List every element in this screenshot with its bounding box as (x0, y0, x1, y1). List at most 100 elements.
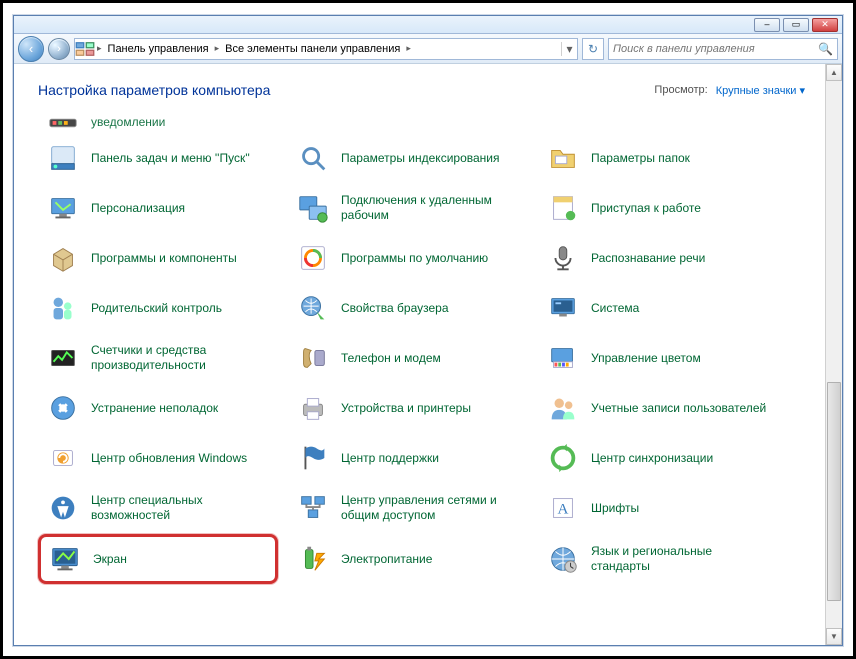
addressbar[interactable]: ▸ Панель управления ▸ Все элементы панел… (74, 38, 578, 60)
item-label: Учетные записи пользователей (591, 401, 766, 416)
searchbox[interactable]: 🔍 (608, 38, 838, 60)
sync-center-item[interactable]: Центр синхронизации (538, 434, 778, 482)
item-label: Устранение неполадок (91, 401, 218, 416)
nav-forward-button[interactable]: › (48, 38, 70, 60)
blank-icon (545, 113, 581, 131)
perf-icon (45, 340, 81, 376)
user-accounts-item[interactable]: Учетные записи пользователей (538, 384, 778, 432)
remote-connect-item[interactable]: Подключения к удаленным рабочим (288, 184, 528, 232)
power-item[interactable]: Электропитание (288, 534, 528, 584)
addr-arrow-icon[interactable]: ▸ (95, 43, 104, 54)
windows-update-item[interactable]: Центр обновления Windows (38, 434, 278, 482)
item-label: Панель задач и меню ''Пуск'' (91, 151, 250, 166)
view-by-dropdown[interactable]: Крупные значки ▾ (716, 84, 805, 97)
refresh-button[interactable]: ↻ (582, 38, 604, 60)
perf-counters-item[interactable]: Счетчики и средства производительности (38, 334, 278, 382)
folder-options-item[interactable]: Параметры папок (538, 134, 778, 182)
display-item[interactable]: Экран (38, 534, 278, 584)
minimize-button[interactable]: – (754, 18, 780, 32)
item-label: Центр синхронизации (591, 451, 713, 466)
search-icon[interactable]: 🔍 (818, 42, 833, 56)
item-label: Управление цветом (591, 351, 701, 366)
users-icon (545, 390, 581, 426)
view-by-label: Просмотр: (654, 84, 707, 96)
system-icon (545, 290, 581, 326)
default-programs-item[interactable]: Программы по умолчанию (288, 234, 528, 282)
breadcrumb-segment-0[interactable]: Панель управления (104, 39, 213, 59)
personalization-item[interactable]: Персонализация (38, 184, 278, 232)
support-center-item[interactable]: Центр поддержки (288, 434, 528, 482)
folder-icon (545, 140, 581, 176)
scroll-down-button[interactable]: ▼ (826, 628, 842, 645)
navbar: ‹ › ▸ Панель управления ▸ Все элементы п… (14, 34, 842, 64)
partial-3[interactable] (538, 112, 778, 132)
item-label: Центр специальных возможностей (91, 493, 271, 523)
taskbar-icon (45, 140, 81, 176)
parental-icon (45, 290, 81, 326)
getstart-icon (545, 190, 581, 226)
monitor-icon (45, 190, 81, 226)
browserprops-icon (295, 290, 331, 326)
update-icon (45, 440, 81, 476)
color-mgmt-item[interactable]: Управление цветом (538, 334, 778, 382)
item-label: Программы и компоненты (91, 251, 237, 266)
addr-arrow-icon[interactable]: ▸ (404, 43, 413, 54)
speech-item[interactable]: Распознавание речи (538, 234, 778, 282)
browser-props-item[interactable]: Свойства браузера (288, 284, 528, 332)
item-label: Распознавание речи (591, 251, 705, 266)
region-item[interactable]: Язык и региональные стандарты (538, 534, 778, 584)
item-label: Центр поддержки (341, 451, 439, 466)
close-button[interactable]: ✕ (812, 18, 838, 32)
ease-icon (45, 490, 81, 526)
printers-item[interactable]: Устройства и принтеры (288, 384, 528, 432)
item-label: Экран (93, 552, 127, 567)
notifications-item[interactable]: уведомлении (38, 112, 278, 132)
titlebar: – ▭ ✕ (14, 16, 842, 34)
scrollbar[interactable]: ▲ ▼ (825, 64, 842, 645)
taskbar-item[interactable]: Панель задач и меню ''Пуск'' (38, 134, 278, 182)
item-label: Язык и региональные стандарты (591, 544, 771, 574)
phone-icon (295, 340, 331, 376)
mic-icon (545, 240, 581, 276)
partial-2[interactable] (288, 112, 528, 132)
item-label: Программы по умолчанию (341, 251, 488, 266)
item-label: Родительский контроль (91, 301, 222, 316)
item-label: Устройства и принтеры (341, 401, 471, 416)
item-label: Параметры папок (591, 151, 690, 166)
fonts-item[interactable]: A Шрифты (538, 484, 778, 532)
scroll-track[interactable] (826, 81, 842, 628)
trouble-icon (45, 390, 81, 426)
ease-access-item[interactable]: Центр специальных возможностей (38, 484, 278, 532)
search-input[interactable] (613, 43, 818, 55)
page-title: Настройка параметров компьютера (38, 82, 270, 98)
troubleshoot-item[interactable]: Устранение неполадок (38, 384, 278, 432)
defaults-icon (295, 240, 331, 276)
scroll-thumb[interactable] (827, 382, 841, 601)
addressbar-dropdown[interactable]: ▾ (561, 42, 577, 56)
indexing-item[interactable]: Параметры индексирования (288, 134, 528, 182)
item-label: Система (591, 301, 639, 316)
getting-started-item[interactable]: Приступая к работе (538, 184, 778, 232)
printer-icon (295, 390, 331, 426)
programs-item[interactable]: Программы и компоненты (38, 234, 278, 282)
item-label: Персонализация (91, 201, 185, 216)
breadcrumb-segment-1[interactable]: Все элементы панели управления (221, 39, 404, 59)
item-label: Центр обновления Windows (91, 451, 247, 466)
parental-item[interactable]: Родительский контроль (38, 284, 278, 332)
blank-icon (295, 113, 331, 131)
control-panel-icon (75, 39, 95, 59)
network-center-item[interactable]: Центр управления сетями и общим доступом (288, 484, 528, 532)
item-label: Телефон и модем (341, 351, 441, 366)
item-label: Приступая к работе (591, 201, 701, 216)
region-icon (545, 541, 581, 577)
addr-arrow-icon[interactable]: ▸ (213, 43, 222, 54)
main-content: Настройка параметров компьютера Просмотр… (14, 64, 825, 645)
system-item[interactable]: Система (538, 284, 778, 332)
maximize-button[interactable]: ▭ (783, 18, 809, 32)
phone-modem-item[interactable]: Телефон и модем (288, 334, 528, 382)
nav-back-button[interactable]: ‹ (18, 36, 44, 62)
network-icon (295, 490, 331, 526)
scroll-up-button[interactable]: ▲ (826, 64, 842, 81)
flag-icon (295, 440, 331, 476)
item-label: Подключения к удаленным рабочим (341, 193, 521, 223)
